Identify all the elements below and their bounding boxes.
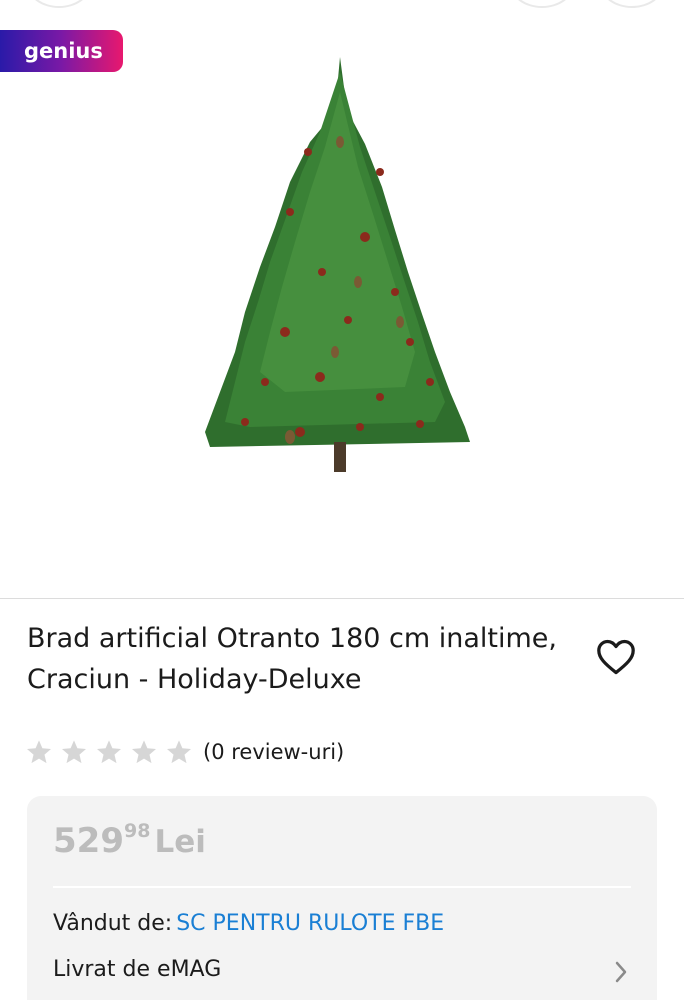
christmas-tree-icon [205,57,470,472]
cart-button[interactable] [600,0,664,8]
price-decimals: 98 [123,819,151,842]
share-button[interactable] [510,0,574,8]
seller-link[interactable]: SC PENTRU RULOTE FBE [176,911,444,936]
price: 52998 Lei [53,820,206,863]
delivery-row[interactable]: Livrat de eMAG [53,954,221,986]
product-image[interactable] [190,52,480,492]
favorite-button[interactable] [594,636,638,678]
price-currency: Lei [154,824,206,860]
card-divider [53,886,631,888]
delivery-label: Livrat de eMAG [53,957,222,982]
star-icon [96,740,122,764]
star-icon [26,740,52,764]
product-title: Brad artificial Otranto 180 cm inaltime,… [27,623,557,695]
price-integer: 529 [53,821,124,861]
seller-label: Vândut de: [53,911,173,936]
seller-row: Vândut de: SC PENTRU RULOTE FBE [53,908,444,940]
heart-icon [597,639,635,675]
star-icon [131,740,157,764]
star-icon [166,740,192,764]
chevron-right-icon[interactable] [613,960,629,984]
reviews-count[interactable]: (0 review-uri) [203,740,344,764]
back-button[interactable] [27,0,91,8]
price-card: 52998 Lei Vândut de: SC PENTRU RULOTE FBE … [27,796,657,1000]
genius-badge: genius [0,30,123,72]
section-divider [0,598,684,599]
star-rating [25,738,200,766]
star-icon [61,740,87,764]
rating-row[interactable]: (0 review-uri) [25,734,344,770]
